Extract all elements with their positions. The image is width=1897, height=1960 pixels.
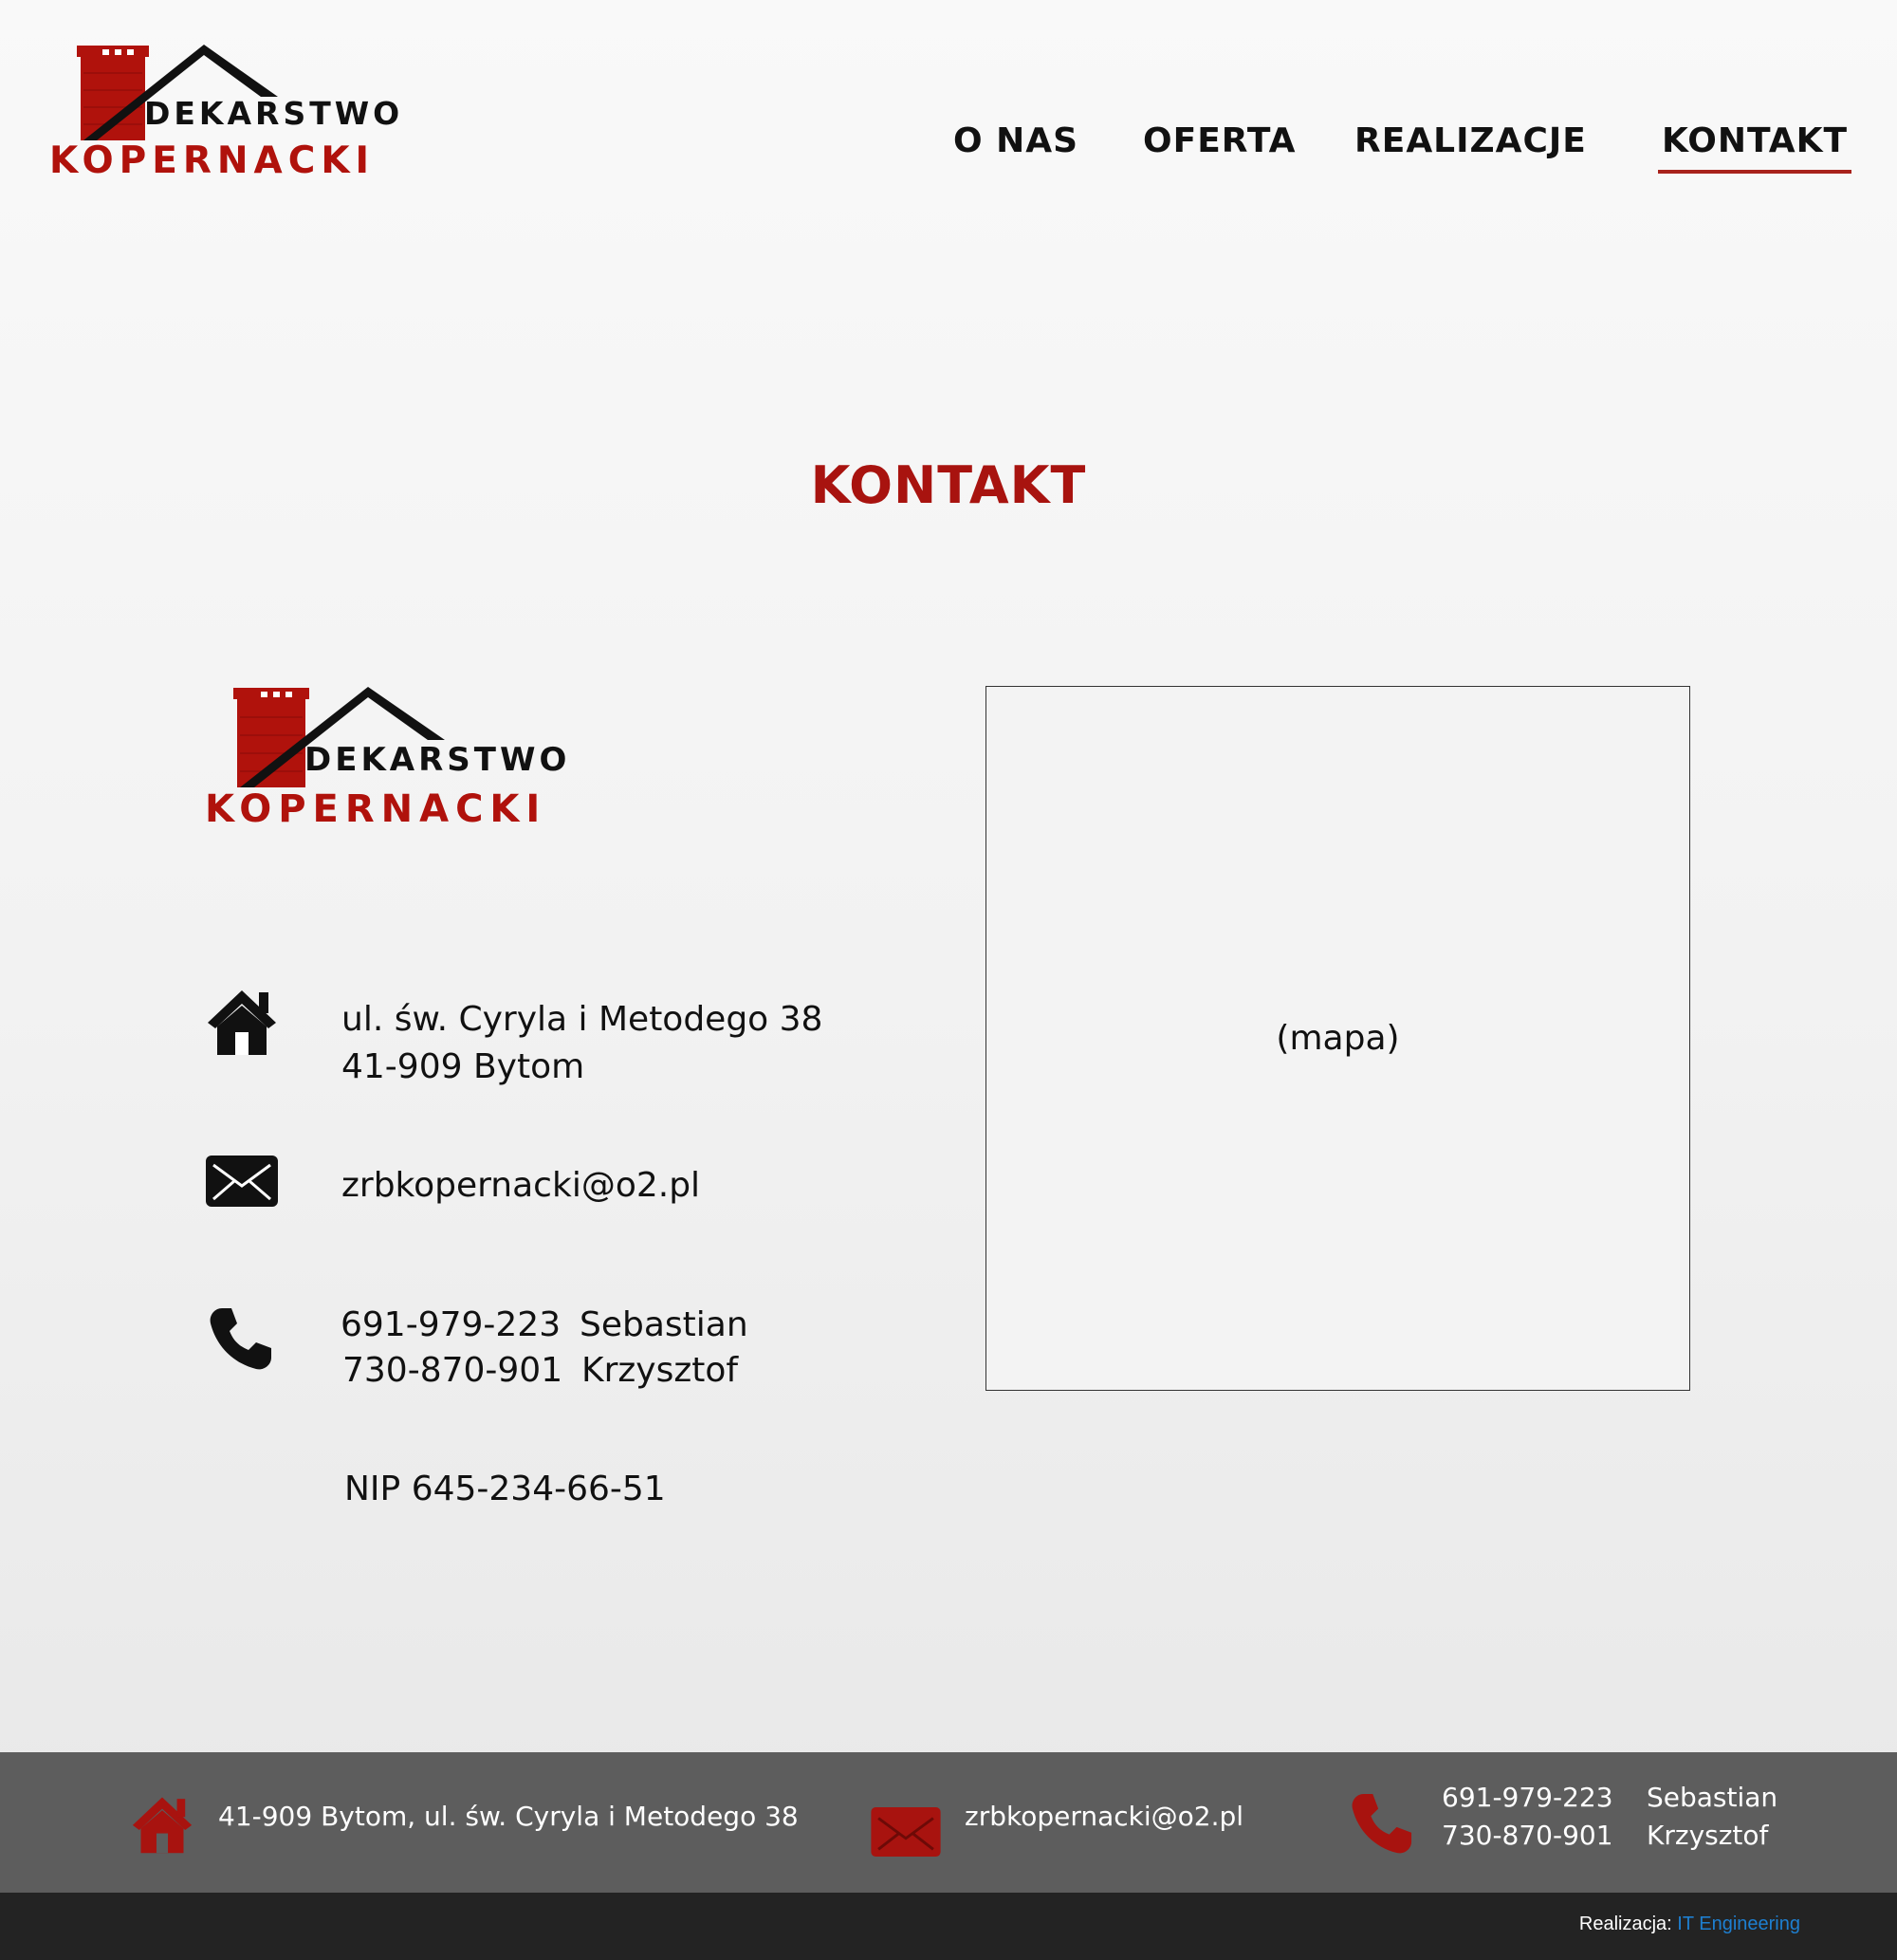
phone-number-2: 730-870-901 — [342, 1351, 563, 1390]
credit-label: Realizacja: — [1578, 1914, 1672, 1934]
email-link[interactable]: zrbkopernacki@o2.pl — [341, 1162, 700, 1210]
site-header: DEKARSTWO KOPERNACKI O NAS OFERTA REALIZ… — [0, 0, 1897, 209]
footer-phone-number-2: 730-870-901 — [1442, 1820, 1613, 1851]
phone-icon — [210, 1308, 271, 1370]
nav-item-realizacje[interactable]: REALIZACJE — [1354, 121, 1587, 160]
address-line-1: ul. św. Cyryla i Metodego 38 — [341, 1000, 823, 1039]
footer-home-icon — [132, 1797, 193, 1854]
main-nav: O NAS OFERTA REALIZACJE KONTAKT — [0, 121, 1897, 178]
company-logo-large: DEKARSTWO KOPERNACKI — [205, 687, 570, 830]
phone-name-1: Sebastian — [580, 1305, 748, 1344]
phone-number-1: 691-979-223 — [341, 1305, 562, 1344]
map-placeholder[interactable]: (mapa) — [985, 686, 1690, 1391]
nav-item-oferta[interactable]: OFERTA — [1143, 121, 1297, 160]
site-footer: 41-909 Bytom, ul. św. Cyryla i Metodego … — [0, 1752, 1897, 1893]
footer-phone-number-1: 691-979-223 — [1442, 1782, 1613, 1813]
logo-large-line1: DEKARSTWO — [304, 741, 570, 779]
footer-email-link[interactable]: zrbkopernacki@o2.pl — [965, 1798, 1243, 1836]
address-line-2: 41-909 Bytom — [341, 1047, 585, 1086]
footer-phone-icon — [1352, 1793, 1412, 1854]
logo-large-line2: KOPERNACKI — [205, 787, 546, 830]
nav-item-kontakt[interactable]: KONTAKT — [1657, 121, 1852, 174]
credit: Realizacja: IT Engineering — [1579, 1914, 1800, 1935]
footer-phone-1[interactable]: 691-979-223 Sebastian — [1442, 1779, 1777, 1817]
phone-row-2[interactable]: 730-870-901 Krzysztof — [342, 1348, 738, 1394]
home-icon — [208, 990, 276, 1055]
credit-link[interactable]: IT Engineering — [1677, 1914, 1800, 1934]
bottom-bar: Realizacja: IT Engineering — [0, 1893, 1897, 1960]
page-title: KONTAKT — [810, 455, 1087, 515]
footer-address: 41-909 Bytom, ul. św. Cyryla i Metodego … — [218, 1801, 799, 1832]
footer-phone-name-1: Sebastian — [1647, 1782, 1778, 1813]
footer-mail-icon — [871, 1807, 941, 1857]
nip-text: NIP 645-234-66-51 — [344, 1470, 666, 1508]
footer-phone-name-2: Krzysztof — [1647, 1820, 1769, 1851]
address-text: ul. św. Cyryla i Metodego 38 41-909 Byto… — [341, 996, 822, 1091]
map-placeholder-label: (mapa) — [1276, 1019, 1400, 1058]
phone-row-1[interactable]: 691-979-223 Sebastian — [341, 1303, 748, 1348]
mail-icon — [206, 1156, 278, 1207]
phone-name-2: Krzysztof — [581, 1351, 739, 1390]
nav-item-o-nas[interactable]: O NAS — [953, 121, 1078, 160]
footer-phone-2[interactable]: 730-870-901 Krzysztof — [1442, 1817, 1768, 1855]
